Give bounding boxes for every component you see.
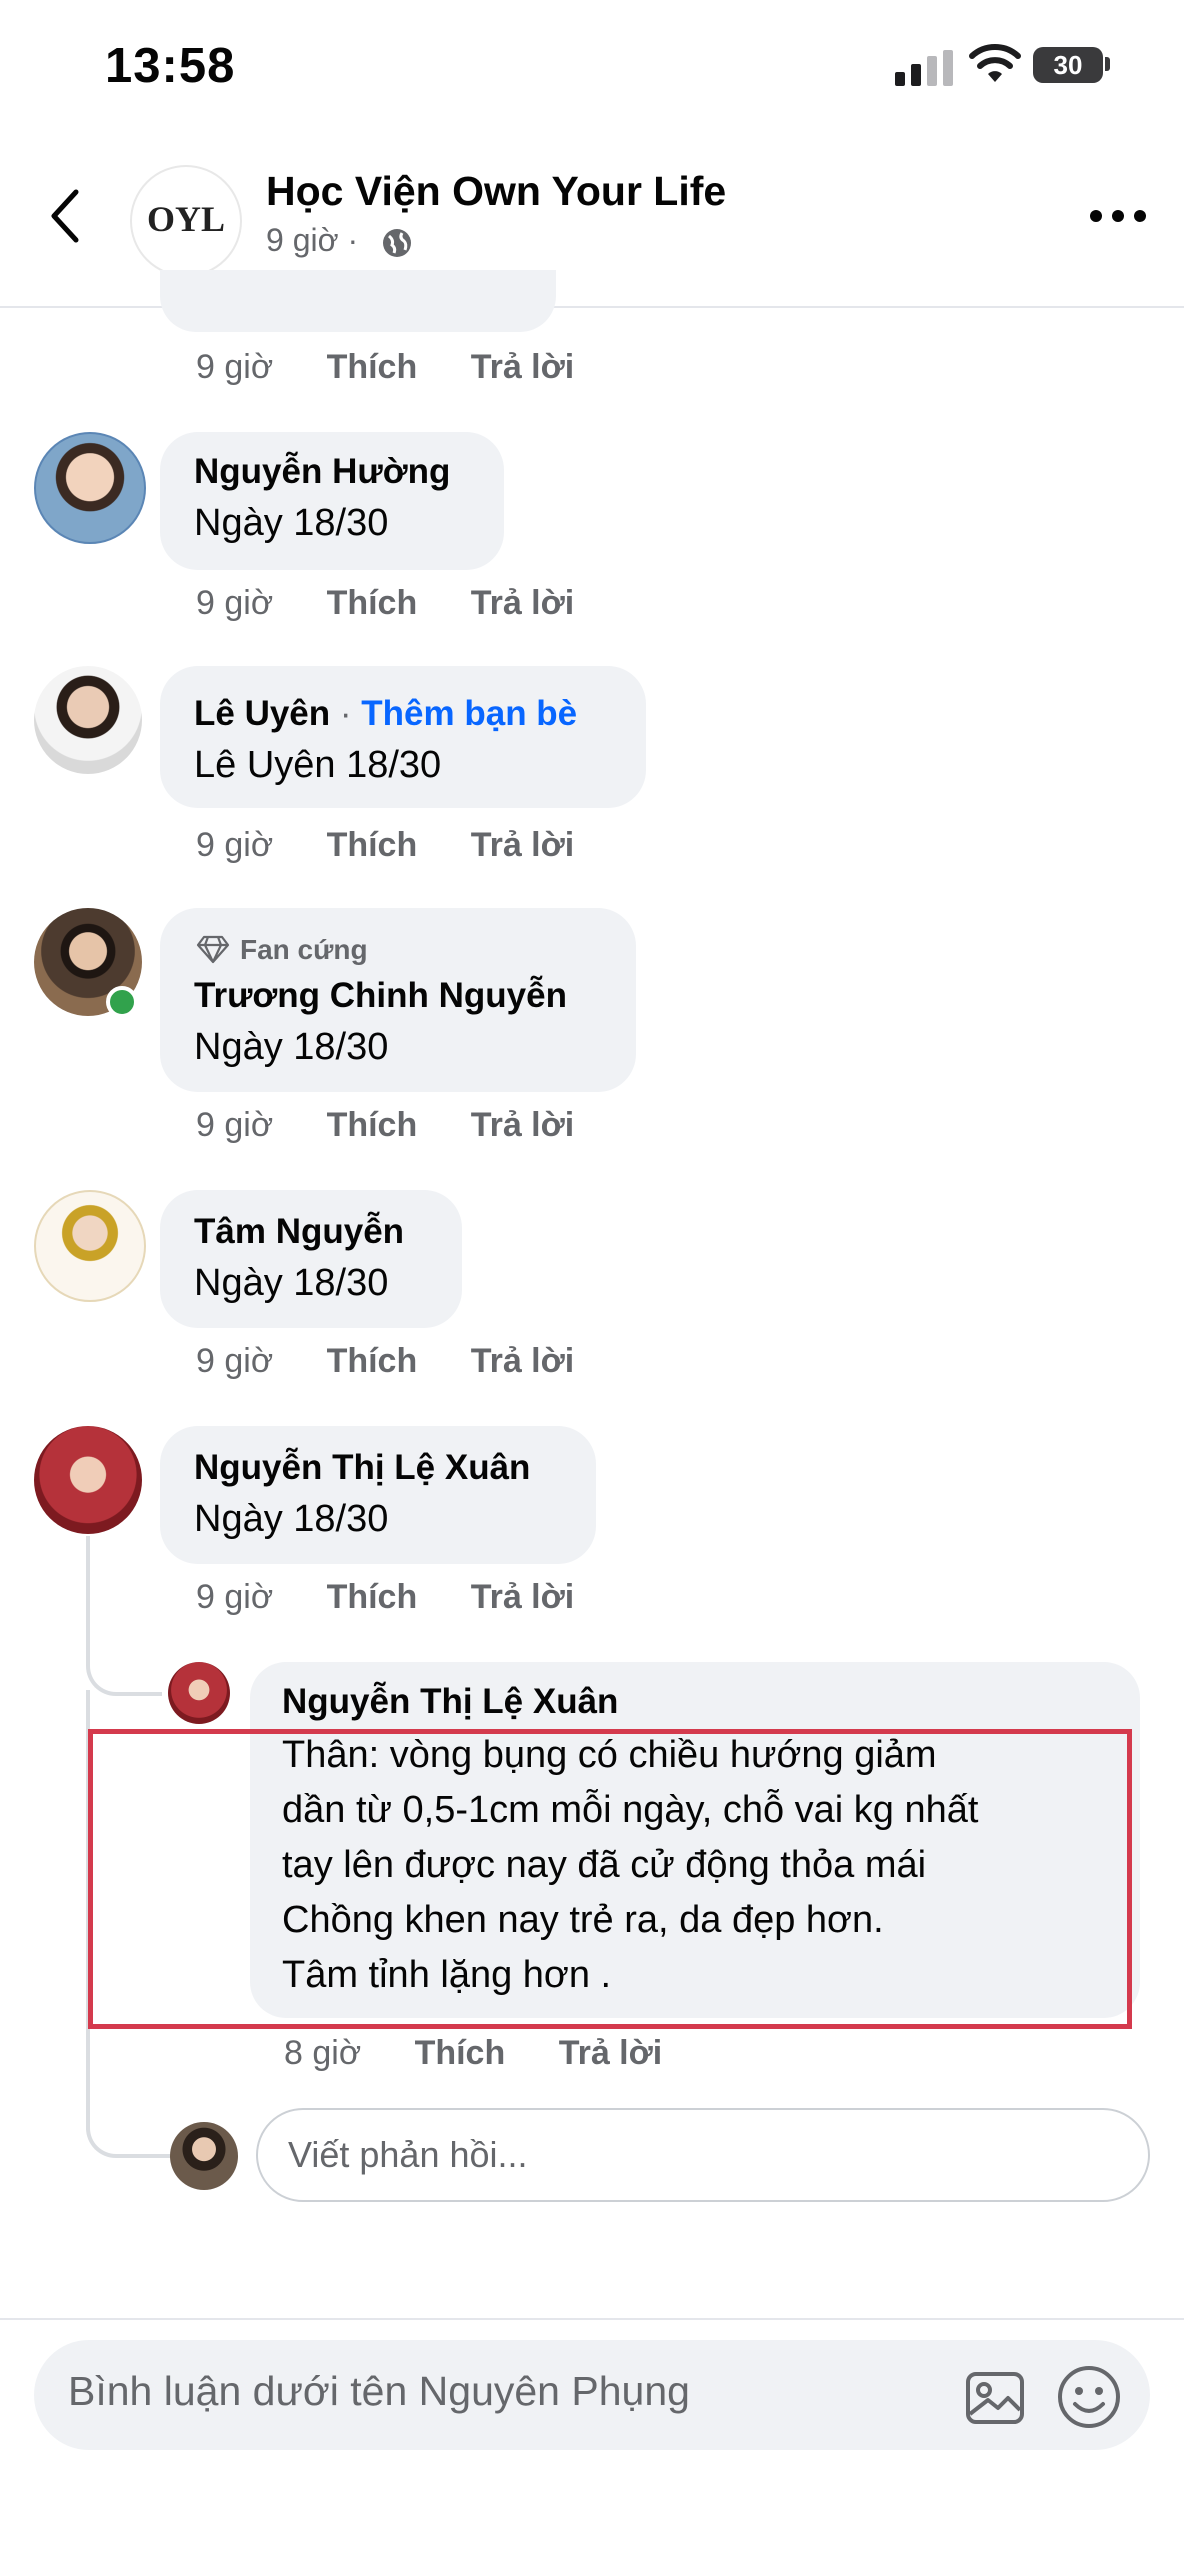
battery-icon: 30 xyxy=(1033,47,1103,83)
avatar[interactable] xyxy=(34,1190,146,1302)
online-status-indicator xyxy=(106,986,138,1018)
comment-actions: 9 giờ Thích Trả lời xyxy=(196,584,574,623)
diamond-icon xyxy=(196,935,230,964)
like-button[interactable]: Thích xyxy=(327,1342,418,1380)
thread-connector xyxy=(86,2100,172,2158)
comment-time: 9 giờ xyxy=(196,1106,274,1144)
comment-actions: 9 giờ Thích Trả lời xyxy=(196,1342,574,1381)
reply-button[interactable]: Trả lời xyxy=(471,1106,575,1144)
separator-dot: · xyxy=(339,694,362,733)
comment-text: Lê Uyên 18/30 xyxy=(194,744,442,786)
avatar[interactable] xyxy=(34,1426,142,1534)
comment-text: Ngày 18/30 xyxy=(194,1026,389,1068)
user-avatar xyxy=(170,2122,238,2190)
comment-actions: 9 giờ Thích Trả lời xyxy=(196,826,574,865)
back-arrow-icon[interactable] xyxy=(42,186,90,246)
commenter-name[interactable]: Nguyễn Thị Lệ Xuân xyxy=(282,1682,618,1722)
reply-button[interactable]: Trả lời xyxy=(559,2034,663,2072)
reply-button[interactable]: Trả lời xyxy=(471,826,575,864)
comment-text: Ngày 18/30 xyxy=(194,502,389,544)
avatar[interactable] xyxy=(168,1662,230,1724)
like-button[interactable]: Thích xyxy=(327,1106,418,1144)
commenter-name[interactable]: Lê Uyên xyxy=(194,694,330,733)
page-name[interactable]: Học Viện Own Your Life xyxy=(266,168,726,215)
reply-button[interactable]: Trả lời xyxy=(471,348,575,386)
comment-bubble-partial xyxy=(160,270,556,332)
commenter-name[interactable]: Nguyễn Hường xyxy=(194,452,450,492)
like-button[interactable]: Thích xyxy=(327,348,418,386)
reply-button[interactable]: Trả lời xyxy=(471,1578,575,1616)
commenter-name[interactable]: Nguyễn Thị Lệ Xuân xyxy=(194,1448,530,1488)
reply-input[interactable]: Viết phản hồi... xyxy=(256,2108,1150,2202)
highlight-box xyxy=(88,1729,1132,2029)
comment-time: 8 giờ xyxy=(284,2034,362,2072)
like-button[interactable]: Thích xyxy=(415,2034,506,2072)
avatar[interactable] xyxy=(34,432,146,544)
comment-actions: 9 giờ Thích Trả lời xyxy=(196,1578,574,1617)
add-friend-link[interactable]: Thêm bạn bè xyxy=(361,694,577,733)
wifi-icon xyxy=(969,44,1021,82)
avatar[interactable] xyxy=(34,666,142,774)
globe-icon xyxy=(383,229,411,257)
like-button[interactable]: Thích xyxy=(327,826,418,864)
comment-time: 9 giờ xyxy=(196,348,274,386)
comment-time: 9 giờ xyxy=(196,1342,274,1380)
status-time: 13:58 xyxy=(105,39,236,93)
comment-bubble xyxy=(160,1190,462,1328)
reply-button[interactable]: Trả lời xyxy=(471,1342,575,1380)
comment-text: Ngày 18/30 xyxy=(194,1498,389,1540)
comment-input-placeholder: Bình luận dưới tên Nguyên Phụng xyxy=(68,2368,690,2414)
post-meta: 9 giờ · xyxy=(266,222,359,258)
battery-cap xyxy=(1105,57,1110,71)
reply-button[interactable]: Trả lời xyxy=(471,584,575,622)
like-button[interactable]: Thích xyxy=(327,1578,418,1616)
comment-time: 9 giờ xyxy=(196,826,274,864)
more-options-icon[interactable] xyxy=(1090,210,1146,224)
reply-actions: 8 giờ Thích Trả lời xyxy=(284,2034,662,2073)
thread-connector xyxy=(86,1640,162,1696)
comment-actions: 9 giờ Thích Trả lời xyxy=(196,348,574,387)
cellular-signal-icon xyxy=(895,50,953,86)
comment-time: 9 giờ xyxy=(196,584,274,622)
page-logo[interactable]: OYL xyxy=(130,165,242,277)
comment-time: 9 giờ xyxy=(196,1578,274,1616)
comment-text: Ngày 18/30 xyxy=(194,1262,389,1304)
like-button[interactable]: Thích xyxy=(327,584,418,622)
top-fan-badge: Fan cứng xyxy=(240,934,368,965)
commenter-name[interactable]: Trương Chinh Nguyễn xyxy=(194,976,567,1016)
emoji-icon[interactable] xyxy=(1056,2364,1122,2430)
photo-icon[interactable] xyxy=(964,2366,1026,2428)
commenter-header: Lê Uyên · Thêm bạn bè xyxy=(194,694,577,734)
comment-actions: 9 giờ Thích Trả lời xyxy=(196,1106,574,1145)
comment-bubble xyxy=(160,1426,596,1564)
commenter-name[interactable]: Tâm Nguyễn xyxy=(194,1212,404,1252)
